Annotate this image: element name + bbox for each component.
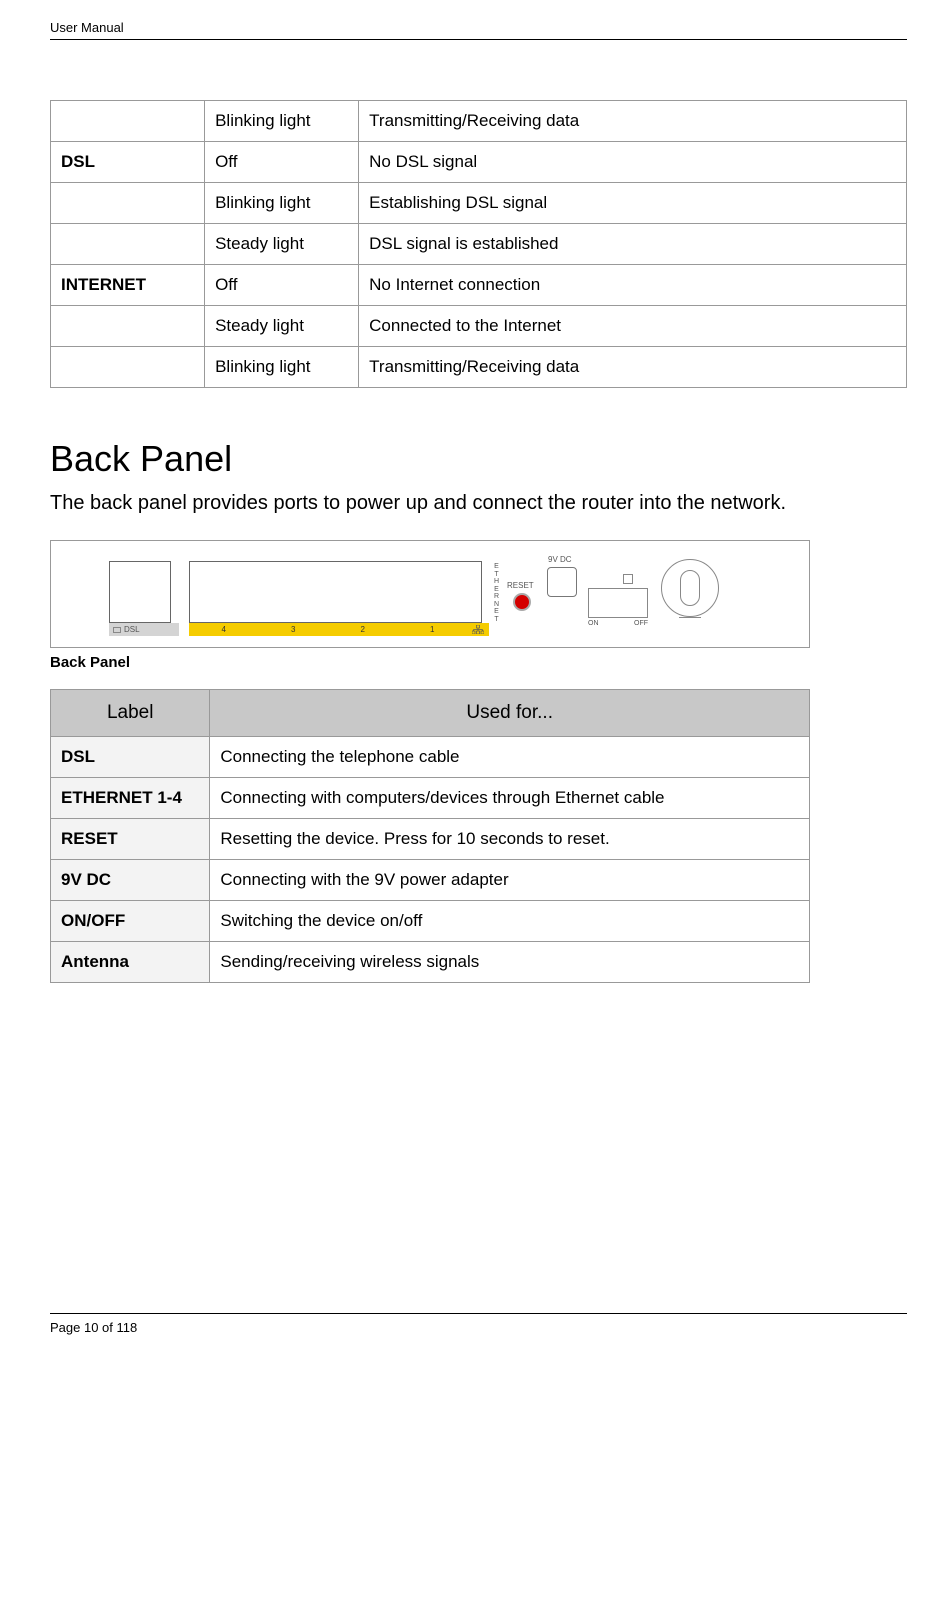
page-number: Page 10 of 118 (50, 1320, 907, 1335)
eth-port-3: 3 (259, 623, 329, 636)
table-row: ON/OFF Switching the device on/off (51, 901, 810, 942)
section-description: The back panel provides ports to power u… (50, 492, 907, 515)
ethernet-vertical-label: ETHERNET (493, 563, 500, 623)
table-row: Blinking light Transmitting/Receiving da… (51, 347, 907, 388)
network-icon (467, 623, 489, 636)
bp-use: Resetting the device. Press for 10 secon… (210, 819, 810, 860)
bp-label: ON/OFF (51, 901, 210, 942)
bp-use: Connecting the telephone cable (210, 737, 810, 778)
off-label: OFF (634, 620, 648, 627)
page-footer: Page 10 of 118 (50, 1313, 907, 1335)
led-meaning: DSL signal is established (359, 224, 907, 265)
bp-label: DSL (51, 737, 210, 778)
led-label (51, 347, 205, 388)
table-row: DSL Off No DSL signal (51, 142, 907, 183)
led-state: Off (205, 265, 359, 306)
dc-jack-icon (547, 567, 577, 597)
led-meaning: Establishing DSL signal (359, 183, 907, 224)
led-label (51, 306, 205, 347)
ethernet-ports-icon (189, 561, 482, 623)
bp-use: Connecting with the 9V power adapter (210, 860, 810, 901)
led-meaning: Transmitting/Receiving data (359, 347, 907, 388)
dsl-port-icon (109, 561, 171, 623)
page-header: User Manual (50, 20, 907, 39)
led-meaning: Transmitting/Receiving data (359, 101, 907, 142)
table-row: Blinking light Transmitting/Receiving da… (51, 101, 907, 142)
bp-use: Connecting with computers/devices throug… (210, 778, 810, 819)
back-panel-diagram: DSL 4 3 2 1 ETHERNET RESET 9V DC ON OFF (50, 540, 810, 648)
led-state: Steady light (205, 224, 359, 265)
led-meaning: No DSL signal (359, 142, 907, 183)
bp-use: Sending/receiving wireless signals (210, 942, 810, 983)
dc-label: 9V DC (548, 555, 572, 564)
bp-use: Switching the device on/off (210, 901, 810, 942)
eth-port-1: 1 (398, 623, 468, 636)
switch-slider-icon (623, 574, 633, 584)
header-rule (50, 39, 907, 40)
antenna-icon (661, 559, 719, 617)
bp-label: ETHERNET 1-4 (51, 778, 210, 819)
footer-rule (50, 1313, 907, 1314)
column-header-label: Label (51, 690, 210, 737)
eth-port-2: 2 (328, 623, 398, 636)
led-label: DSL (51, 142, 205, 183)
table-row: Blinking light Establishing DSL signal (51, 183, 907, 224)
antenna-base-icon (679, 617, 701, 622)
power-switch-icon (588, 588, 648, 618)
bp-label: Antenna (51, 942, 210, 983)
led-meaning: Connected to the Internet (359, 306, 907, 347)
dsl-port-label: DSL (109, 623, 179, 636)
led-label (51, 183, 205, 224)
column-header-usedfor: Used for... (210, 690, 810, 737)
reset-button-icon (513, 593, 531, 611)
switch-labels: ON OFF (588, 620, 648, 627)
led-state: Blinking light (205, 183, 359, 224)
bp-label: RESET (51, 819, 210, 860)
table-row: Antenna Sending/receiving wireless signa… (51, 942, 810, 983)
table-row: INTERNET Off No Internet connection (51, 265, 907, 306)
table-row: DSL Connecting the telephone cable (51, 737, 810, 778)
section-heading: Back Panel (50, 438, 907, 480)
ethernet-ports-label: 4 3 2 1 (189, 623, 489, 636)
back-panel-table: Label Used for... DSL Connecting the tel… (50, 689, 810, 983)
on-label: ON (588, 620, 599, 627)
figure-caption: Back Panel (50, 654, 907, 671)
table-row: Steady light DSL signal is established (51, 224, 907, 265)
led-label (51, 224, 205, 265)
table-row: RESET Resetting the device. Press for 10… (51, 819, 810, 860)
table-row: ETHERNET 1-4 Connecting with computers/d… (51, 778, 810, 819)
table-header-row: Label Used for... (51, 690, 810, 737)
led-state: Steady light (205, 306, 359, 347)
led-label (51, 101, 205, 142)
led-state: Blinking light (205, 347, 359, 388)
led-state: Blinking light (205, 101, 359, 142)
led-label: INTERNET (51, 265, 205, 306)
table-row: Steady light Connected to the Internet (51, 306, 907, 347)
led-meaning: No Internet connection (359, 265, 907, 306)
table-row: 9V DC Connecting with the 9V power adapt… (51, 860, 810, 901)
led-status-table: Blinking light Transmitting/Receiving da… (50, 100, 907, 388)
led-state: Off (205, 142, 359, 183)
bp-label: 9V DC (51, 860, 210, 901)
reset-label: RESET (507, 581, 534, 590)
eth-port-4: 4 (189, 623, 259, 636)
header-title: User Manual (50, 20, 124, 35)
